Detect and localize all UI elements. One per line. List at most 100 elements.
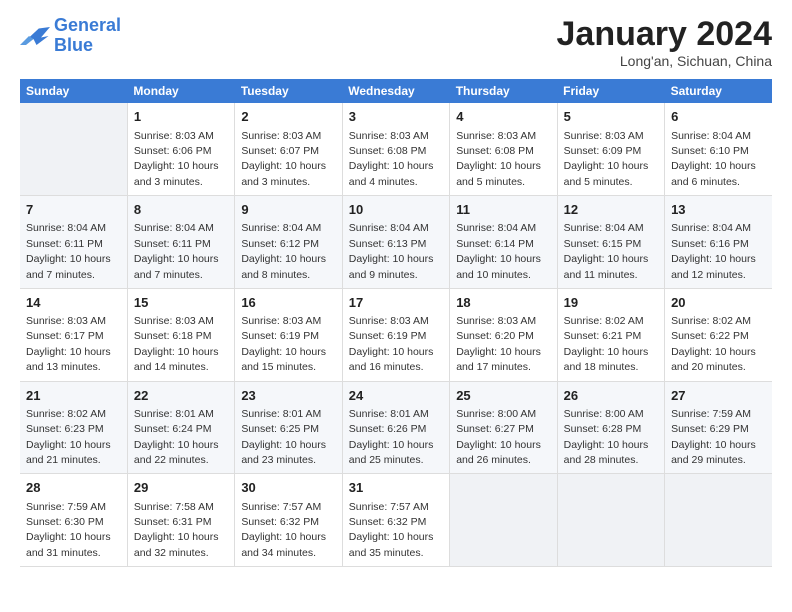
table-row: 14 Sunrise: 8:03 AMSunset: 6:17 PMDaylig…: [20, 288, 127, 381]
table-row: 29 Sunrise: 7:58 AMSunset: 6:31 PMDaylig…: [127, 474, 234, 567]
day-number: 18: [456, 294, 550, 312]
location: Long'an, Sichuan, China: [557, 53, 773, 69]
day-info: Sunrise: 8:03 AMSunset: 6:20 PMDaylight:…: [456, 315, 541, 373]
table-row: 7 Sunrise: 8:04 AMSunset: 6:11 PMDayligh…: [20, 196, 127, 289]
day-info: Sunrise: 8:03 AMSunset: 6:08 PMDaylight:…: [349, 130, 434, 188]
day-info: Sunrise: 8:03 AMSunset: 6:09 PMDaylight:…: [564, 130, 649, 188]
day-info: Sunrise: 8:04 AMSunset: 6:14 PMDaylight:…: [456, 222, 541, 280]
day-number: 8: [134, 201, 228, 219]
day-number: 17: [349, 294, 443, 312]
day-info: Sunrise: 8:04 AMSunset: 6:16 PMDaylight:…: [671, 222, 756, 280]
day-number: 4: [456, 108, 550, 126]
day-number: 29: [134, 479, 228, 497]
table-row: 15 Sunrise: 8:03 AMSunset: 6:18 PMDaylig…: [127, 288, 234, 381]
day-number: 13: [671, 201, 766, 219]
table-row: 1 Sunrise: 8:03 AMSunset: 6:06 PMDayligh…: [127, 103, 234, 195]
table-row: 31 Sunrise: 7:57 AMSunset: 6:32 PMDaylig…: [342, 474, 449, 567]
table-row: 26 Sunrise: 8:00 AMSunset: 6:28 PMDaylig…: [557, 381, 664, 474]
calendar-week-row: 21 Sunrise: 8:02 AMSunset: 6:23 PMDaylig…: [20, 381, 772, 474]
header-monday: Monday: [127, 79, 234, 103]
table-row: 19 Sunrise: 8:02 AMSunset: 6:21 PMDaylig…: [557, 288, 664, 381]
header-thursday: Thursday: [450, 79, 557, 103]
day-number: 15: [134, 294, 228, 312]
day-info: Sunrise: 8:02 AMSunset: 6:23 PMDaylight:…: [26, 408, 111, 466]
day-number: 24: [349, 387, 443, 405]
day-number: 20: [671, 294, 766, 312]
day-number: 19: [564, 294, 658, 312]
logo-line1: General: [54, 15, 121, 35]
day-number: 5: [564, 108, 658, 126]
logo-icon: [20, 24, 50, 48]
day-info: Sunrise: 8:04 AMSunset: 6:15 PMDaylight:…: [564, 222, 649, 280]
day-info: Sunrise: 8:04 AMSunset: 6:12 PMDaylight:…: [241, 222, 326, 280]
table-row: 3 Sunrise: 8:03 AMSunset: 6:08 PMDayligh…: [342, 103, 449, 195]
day-info: Sunrise: 8:02 AMSunset: 6:21 PMDaylight:…: [564, 315, 649, 373]
calendar-week-row: 7 Sunrise: 8:04 AMSunset: 6:11 PMDayligh…: [20, 196, 772, 289]
day-info: Sunrise: 8:04 AMSunset: 6:11 PMDaylight:…: [26, 222, 111, 280]
day-number: 23: [241, 387, 335, 405]
table-row: 27 Sunrise: 7:59 AMSunset: 6:29 PMDaylig…: [665, 381, 772, 474]
table-row: [450, 474, 557, 567]
day-info: Sunrise: 8:02 AMSunset: 6:22 PMDaylight:…: [671, 315, 756, 373]
day-info: Sunrise: 7:58 AMSunset: 6:31 PMDaylight:…: [134, 501, 219, 559]
logo-line2: Blue: [54, 35, 93, 55]
day-info: Sunrise: 8:04 AMSunset: 6:10 PMDaylight:…: [671, 130, 756, 188]
day-info: Sunrise: 7:59 AMSunset: 6:30 PMDaylight:…: [26, 501, 111, 559]
day-number: 12: [564, 201, 658, 219]
table-row: 17 Sunrise: 8:03 AMSunset: 6:19 PMDaylig…: [342, 288, 449, 381]
table-row: 24 Sunrise: 8:01 AMSunset: 6:26 PMDaylig…: [342, 381, 449, 474]
table-row: 28 Sunrise: 7:59 AMSunset: 6:30 PMDaylig…: [20, 474, 127, 567]
table-row: 22 Sunrise: 8:01 AMSunset: 6:24 PMDaylig…: [127, 381, 234, 474]
day-info: Sunrise: 8:03 AMSunset: 6:17 PMDaylight:…: [26, 315, 111, 373]
page: General Blue January 2024 Long'an, Sichu…: [0, 0, 792, 612]
day-info: Sunrise: 8:03 AMSunset: 6:19 PMDaylight:…: [241, 315, 326, 373]
day-number: 30: [241, 479, 335, 497]
day-info: Sunrise: 8:01 AMSunset: 6:25 PMDaylight:…: [241, 408, 326, 466]
table-row: 8 Sunrise: 8:04 AMSunset: 6:11 PMDayligh…: [127, 196, 234, 289]
day-number: 3: [349, 108, 443, 126]
header-friday: Friday: [557, 79, 664, 103]
day-info: Sunrise: 7:57 AMSunset: 6:32 PMDaylight:…: [349, 501, 434, 559]
calendar-week-row: 1 Sunrise: 8:03 AMSunset: 6:06 PMDayligh…: [20, 103, 772, 195]
day-info: Sunrise: 8:01 AMSunset: 6:24 PMDaylight:…: [134, 408, 219, 466]
day-info: Sunrise: 8:00 AMSunset: 6:27 PMDaylight:…: [456, 408, 541, 466]
day-info: Sunrise: 8:03 AMSunset: 6:19 PMDaylight:…: [349, 315, 434, 373]
table-row: 20 Sunrise: 8:02 AMSunset: 6:22 PMDaylig…: [665, 288, 772, 381]
day-number: 11: [456, 201, 550, 219]
day-info: Sunrise: 8:03 AMSunset: 6:06 PMDaylight:…: [134, 130, 219, 188]
table-row: 5 Sunrise: 8:03 AMSunset: 6:09 PMDayligh…: [557, 103, 664, 195]
weekday-header-row: Sunday Monday Tuesday Wednesday Thursday…: [20, 79, 772, 103]
table-row: [557, 474, 664, 567]
day-number: 1: [134, 108, 228, 126]
day-number: 28: [26, 479, 121, 497]
table-row: 9 Sunrise: 8:04 AMSunset: 6:12 PMDayligh…: [235, 196, 342, 289]
day-number: 27: [671, 387, 766, 405]
header-tuesday: Tuesday: [235, 79, 342, 103]
table-row: 10 Sunrise: 8:04 AMSunset: 6:13 PMDaylig…: [342, 196, 449, 289]
day-number: 2: [241, 108, 335, 126]
day-number: 25: [456, 387, 550, 405]
title-block: January 2024 Long'an, Sichuan, China: [557, 16, 773, 69]
day-number: 9: [241, 201, 335, 219]
day-number: 6: [671, 108, 766, 126]
day-number: 22: [134, 387, 228, 405]
table-row: [665, 474, 772, 567]
table-row: 2 Sunrise: 8:03 AMSunset: 6:07 PMDayligh…: [235, 103, 342, 195]
calendar-week-row: 28 Sunrise: 7:59 AMSunset: 6:30 PMDaylig…: [20, 474, 772, 567]
table-row: 21 Sunrise: 8:02 AMSunset: 6:23 PMDaylig…: [20, 381, 127, 474]
table-row: 12 Sunrise: 8:04 AMSunset: 6:15 PMDaylig…: [557, 196, 664, 289]
table-row: [20, 103, 127, 195]
table-row: 25 Sunrise: 8:00 AMSunset: 6:27 PMDaylig…: [450, 381, 557, 474]
day-info: Sunrise: 7:59 AMSunset: 6:29 PMDaylight:…: [671, 408, 756, 466]
day-info: Sunrise: 8:01 AMSunset: 6:26 PMDaylight:…: [349, 408, 434, 466]
table-row: 30 Sunrise: 7:57 AMSunset: 6:32 PMDaylig…: [235, 474, 342, 567]
table-row: 16 Sunrise: 8:03 AMSunset: 6:19 PMDaylig…: [235, 288, 342, 381]
day-number: 10: [349, 201, 443, 219]
calendar: Sunday Monday Tuesday Wednesday Thursday…: [20, 79, 772, 567]
day-number: 16: [241, 294, 335, 312]
day-number: 21: [26, 387, 121, 405]
day-info: Sunrise: 7:57 AMSunset: 6:32 PMDaylight:…: [241, 501, 326, 559]
table-row: 6 Sunrise: 8:04 AMSunset: 6:10 PMDayligh…: [665, 103, 772, 195]
day-number: 31: [349, 479, 443, 497]
day-info: Sunrise: 8:04 AMSunset: 6:13 PMDaylight:…: [349, 222, 434, 280]
